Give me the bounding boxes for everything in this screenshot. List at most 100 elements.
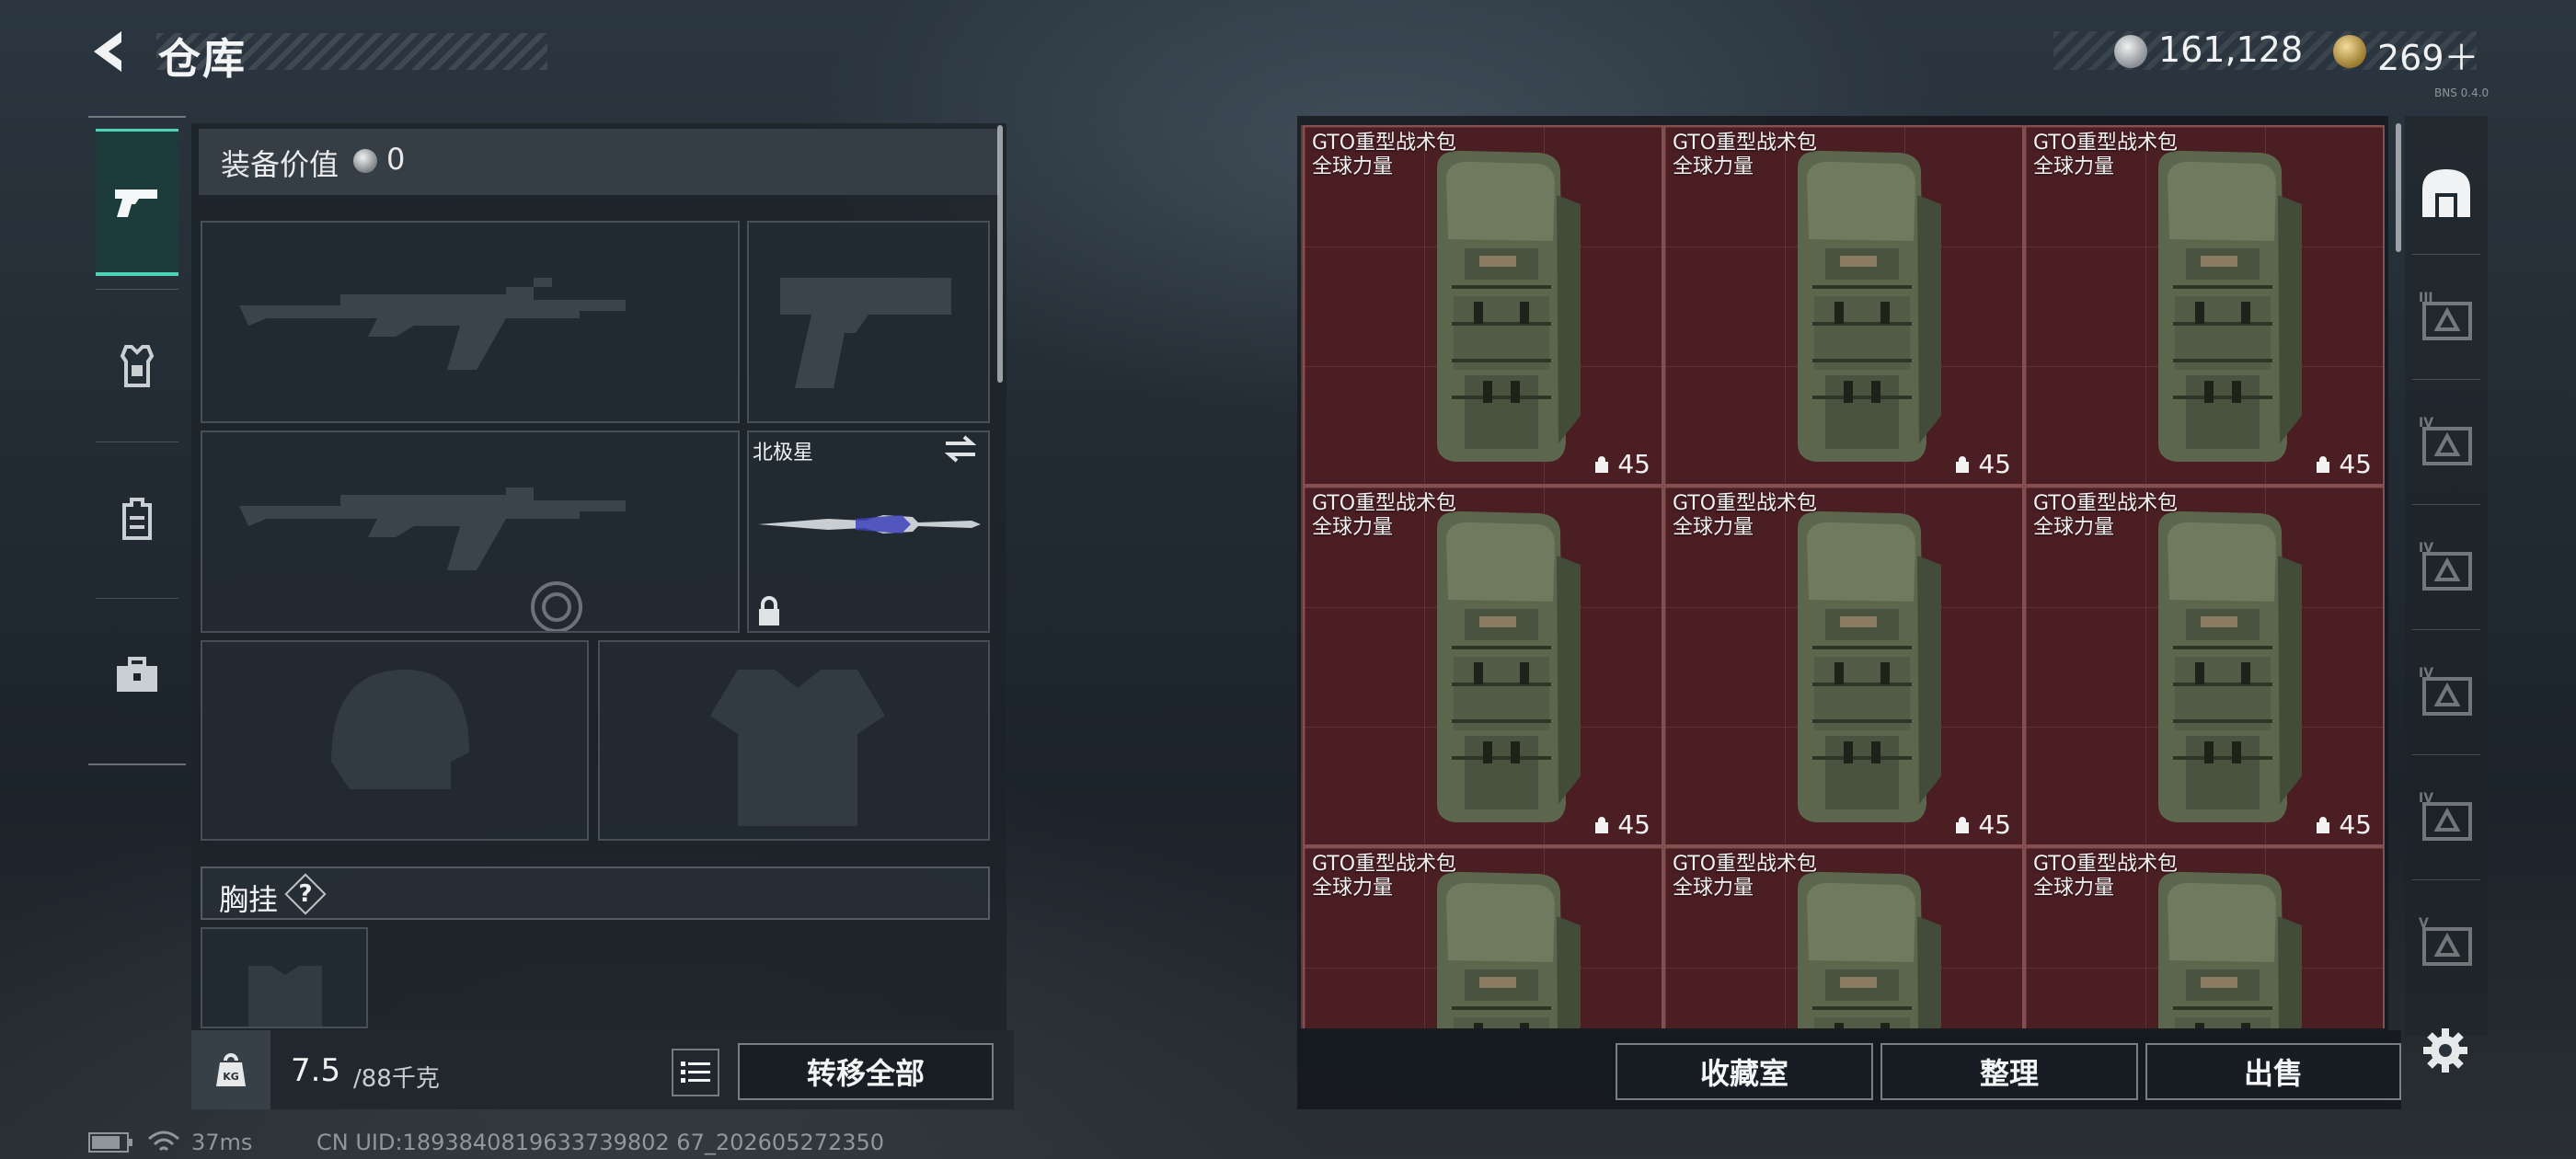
silver-coin-icon: [2114, 35, 2147, 68]
weight-icon-box: KG: [191, 1030, 270, 1109]
storage-tab[interactable]: V: [2412, 889, 2480, 999]
sell-button[interactable]: 出售: [2145, 1043, 2401, 1100]
item-capacity: 45: [2313, 449, 2372, 479]
backpack-icon: [122, 498, 152, 540]
backpack-icon: [2122, 500, 2306, 835]
vest-silhouette-icon: [710, 670, 885, 826]
storage-grid: GTO重型战术包 全球力量 45 GTO重型战术包 全球力量 45 GTO重型战术包 全球…: [1301, 125, 2385, 1028]
ping-readout: 37ms: [191, 1130, 253, 1155]
item-name: GTO重型战术包: [1673, 853, 1818, 876]
item-brand: 全球力量: [1312, 155, 1394, 178]
chest-rig-label: 胸挂: [219, 882, 279, 917]
storage-item[interactable]: GTO重型战术包 全球力量 45: [1303, 125, 1663, 486]
storage-item[interactable]: GTO重型战术包 全球力量: [1303, 846, 1663, 1028]
gear-icon: [2423, 1028, 2467, 1073]
lock-icon: [756, 596, 782, 631]
helmet-silhouette-icon: [331, 670, 469, 789]
helmet-slot[interactable]: [201, 640, 589, 841]
item-capacity: 45: [2313, 809, 2372, 840]
chest-rig-slot[interactable]: [201, 927, 368, 1028]
list-icon: [681, 1061, 710, 1083]
melee-knife-icon: [758, 515, 981, 534]
tab-supplies[interactable]: [96, 602, 178, 749]
user-uid: CN UID:1893840819633739802 67_2026052723…: [316, 1130, 885, 1155]
equipment-scrollbar[interactable]: [997, 125, 1003, 383]
capacity-icon: [1956, 816, 1970, 833]
weight-max: /88千克: [353, 1065, 440, 1093]
item-name: GTO重型战术包: [1312, 853, 1457, 876]
item-name: GTO重型战术包: [2033, 492, 2179, 515]
capacity-value: 45: [1978, 449, 2011, 479]
pistol-icon: [115, 189, 157, 217]
gold-currency-amount[interactable]: 269＋: [2377, 29, 2479, 80]
body-armor-slot[interactable]: [598, 640, 990, 841]
svg-text:IV: IV: [2419, 416, 2433, 430]
item-name: GTO重型战术包: [1673, 492, 1818, 515]
chest-rig-silhouette-icon: [248, 966, 322, 1027]
rifle-silhouette-icon: [239, 278, 626, 370]
backpack-icon: [1400, 500, 1584, 835]
capacity-icon: [1595, 455, 1609, 473]
storage-tier-4d-icon: IV: [2419, 791, 2472, 841]
item-brand: 全球力量: [1673, 516, 1754, 539]
backpack-icon: [1400, 861, 1584, 1028]
item-name: GTO重型战术包: [2033, 132, 2179, 155]
item-capacity: 45: [1592, 449, 1650, 479]
storage-item[interactable]: GTO重型战术包 全球力量 45: [1663, 125, 2024, 486]
storage-tab[interactable]: IV: [2412, 638, 2480, 749]
capacity-icon: [1595, 816, 1609, 833]
storage-scrollbar[interactable]: [2396, 123, 2401, 252]
storage-item[interactable]: GTO重型战术包 全球力量 45: [1303, 486, 1663, 846]
item-name: GTO重型战术包: [2033, 853, 2179, 876]
gold-coin-icon: [2333, 35, 2366, 68]
list-view-button[interactable]: [672, 1049, 719, 1096]
chest-rig-help-button[interactable]: ?: [287, 876, 324, 912]
item-name: GTO重型战术包: [1312, 492, 1457, 515]
item-name: GTO重型战术包: [1312, 132, 1457, 155]
item-name: GTO重型战术包: [1673, 132, 1818, 155]
storage-item[interactable]: GTO重型战术包 全球力量: [1663, 846, 2024, 1028]
back-button[interactable]: [83, 24, 138, 79]
tab-backpack[interactable]: [96, 445, 178, 592]
equipment-value-label: 装备价值: [221, 147, 339, 182]
storage-tab[interactable]: [2412, 138, 2480, 248]
storage-item[interactable]: GTO重型战术包 全球力量 45: [1663, 486, 2024, 846]
item-capacity: 45: [1952, 809, 2011, 840]
tab-armor[interactable]: [96, 293, 178, 440]
item-brand: 全球力量: [1673, 877, 1754, 900]
collection-room-button[interactable]: 收藏室: [1616, 1043, 1873, 1100]
silver-currency-amount: 161,128: [2158, 29, 2304, 70]
rifle-silhouette-icon: [239, 488, 626, 570]
transfer-all-button[interactable]: 转移全部: [738, 1043, 994, 1100]
tab-weapons[interactable]: [96, 129, 178, 276]
warehouse-icon: [2422, 169, 2470, 217]
storage-tab[interactable]: IV: [2412, 763, 2480, 874]
storage-item[interactable]: GTO重型战术包 全球力量 45: [2024, 486, 2385, 846]
svg-text:IV: IV: [2419, 541, 2433, 556]
storage-tab[interactable]: IV: [2412, 388, 2480, 499]
pistol-slot[interactable]: [747, 221, 990, 423]
briefcase-icon: [117, 657, 157, 692]
storage-tab[interactable]: III: [2412, 263, 2480, 373]
item-capacity: 45: [1592, 809, 1650, 840]
settings-button[interactable]: [2418, 1023, 2473, 1078]
sort-button[interactable]: 整理: [1880, 1043, 2138, 1100]
capacity-value: 45: [2339, 449, 2372, 479]
secondary-weapon-slot[interactable]: [201, 430, 740, 633]
weight-icon: KG: [216, 1053, 246, 1086]
swap-icon[interactable]: [942, 434, 979, 467]
primary-weapon-slot[interactable]: [201, 221, 740, 423]
item-brand: 全球力量: [2033, 516, 2115, 539]
item-brand: 全球力量: [2033, 155, 2115, 178]
weight-current: 7.5: [291, 1052, 341, 1089]
svg-text:IV: IV: [2419, 666, 2433, 681]
backpack-icon: [2122, 140, 2306, 475]
capacity-value: 45: [1617, 809, 1650, 840]
storage-item[interactable]: GTO重型战术包 全球力量 45: [2024, 125, 2385, 486]
battery-icon: [88, 1131, 134, 1157]
storage-item[interactable]: GTO重型战术包 全球力量: [2024, 846, 2385, 1028]
storage-tier-4b-icon: IV: [2419, 541, 2472, 591]
storage-tab[interactable]: IV: [2412, 513, 2480, 624]
left-category-sidebar: [88, 116, 186, 765]
storage-tier-3-icon: III: [2419, 291, 2472, 340]
